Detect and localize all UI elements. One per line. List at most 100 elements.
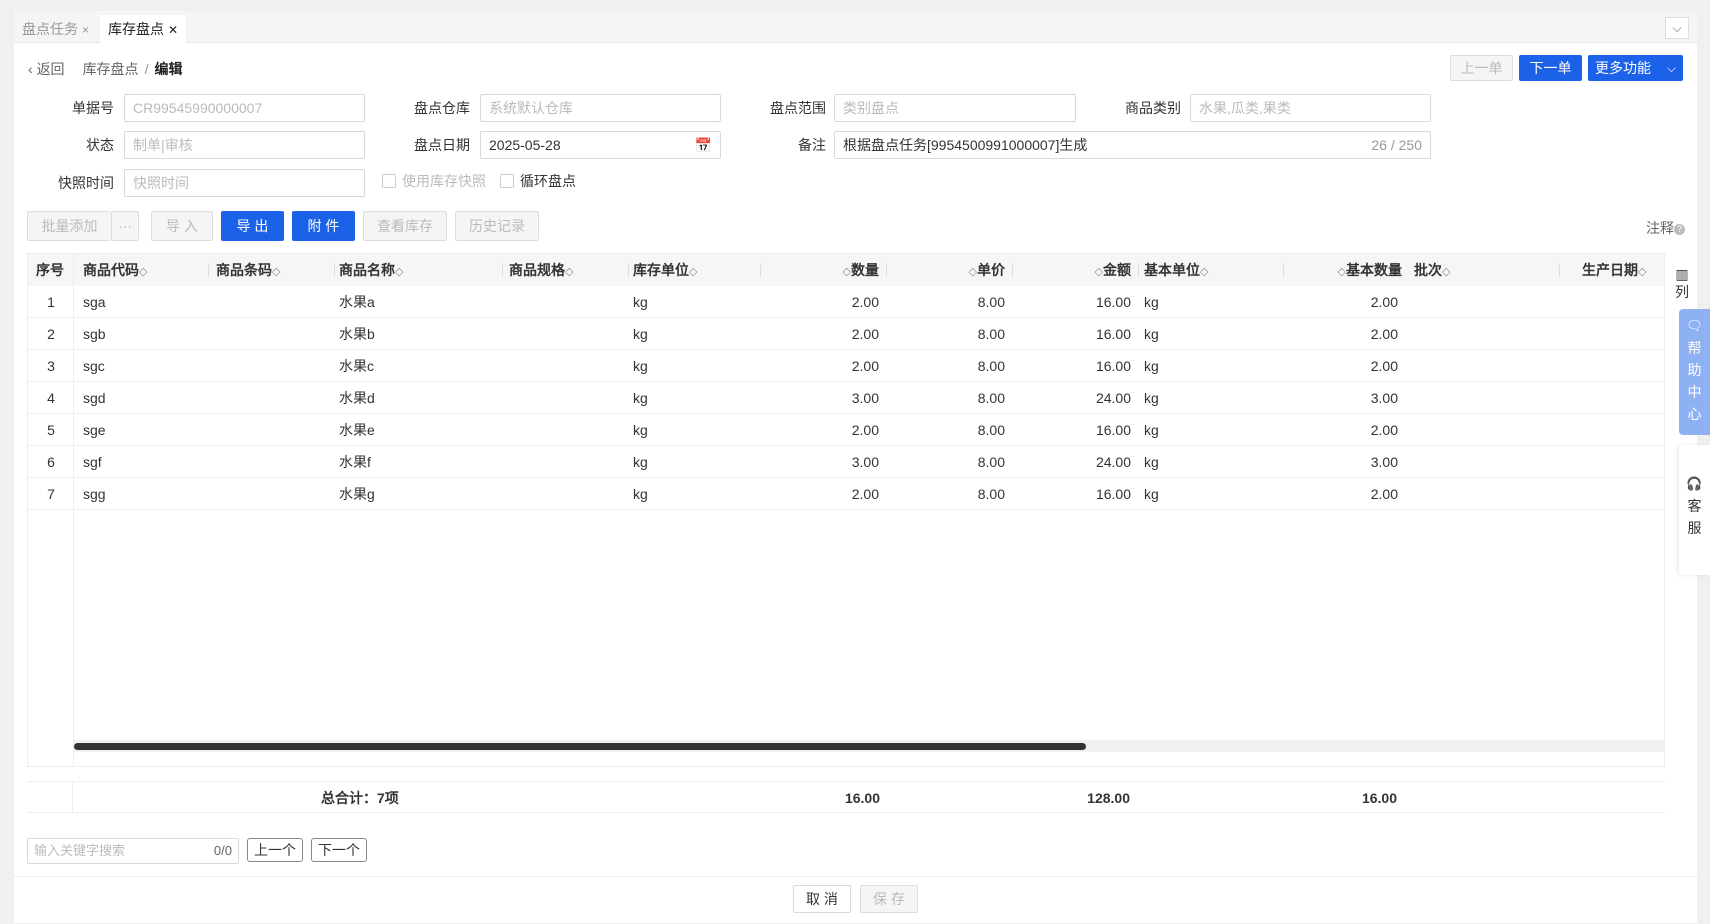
col-base-unit[interactable]: 基本单位◇ [1139, 254, 1284, 286]
totals-label: 总合计：7项 [321, 790, 399, 806]
col-qty[interactable]: ◇数量 [761, 254, 887, 286]
export-button[interactable]: 导 出 [221, 211, 284, 241]
checkbox[interactable] [500, 174, 514, 188]
col-name[interactable]: 商品名称◇ [335, 254, 503, 286]
sort-icon: ◇ [968, 266, 977, 278]
cell-qty: 2.00 [851, 486, 879, 502]
col-spec[interactable]: 商品规格◇ [503, 254, 629, 286]
cell-base-unit: kg [1144, 422, 1159, 438]
doc-no-input[interactable]: CR99545990000007 [124, 94, 365, 122]
notes-link[interactable]: 注释? [1646, 218, 1685, 238]
index-column-divider [28, 254, 74, 766]
date-input[interactable]: 2025-05-28 📅 [480, 131, 721, 159]
cell-amount: 16.00 [1095, 422, 1131, 438]
col-production-date[interactable]: 生产日期◇ [1560, 254, 1664, 286]
sort-icon: ◇ [1200, 266, 1209, 278]
keyword-search-input[interactable]: 输入关键字搜索 0/0 [27, 838, 239, 864]
tab-bar: 盘点任务 × 库存盘点 ✕ ⌵ [14, 11, 1697, 43]
history-button[interactable]: 历史记录 [455, 211, 539, 241]
checkbox[interactable] [382, 174, 396, 188]
chevron-down-icon[interactable]: ⌵ [1665, 17, 1689, 39]
main-panel: ‹ 返回 库存盘点 / 编辑 上一单 下一单 更多功能 ⌵ 单据号 CR9954599000… [14, 43, 1697, 923]
warehouse-input[interactable]: 系统默认仓库 [480, 94, 721, 122]
cell-code: sgd [83, 390, 106, 406]
cell-qty: 2.00 [851, 294, 879, 310]
view-stock-button[interactable]: 查看库存 [363, 211, 447, 241]
cell-base-unit: kg [1144, 390, 1159, 406]
close-icon[interactable]: × [82, 23, 89, 37]
search-prev-button[interactable]: 上一个 [247, 838, 303, 862]
sort-icon: ◇ [1094, 266, 1103, 278]
search-next-button[interactable]: 下一个 [311, 838, 367, 862]
batch-add-button[interactable]: 批量添加 [27, 211, 111, 241]
remark-input[interactable]: 根据盘点任务[9954500991000007]生成 26 / 250 [834, 131, 1431, 159]
col-barcode[interactable]: 商品条码◇ [209, 254, 335, 286]
category-label: 商品类别 [1125, 100, 1181, 116]
tab-count-task[interactable]: 盘点任务 × [14, 15, 97, 43]
table-row[interactable]: 2 sgb 水果b kg 2.00 8.00 16.00 kg 2.00 [28, 318, 1664, 350]
category-input[interactable]: 水果,瓜类,果类 [1190, 94, 1431, 122]
columns-icon: ▥ [1675, 266, 1689, 282]
table-row[interactable]: 5 sge 水果e kg 2.00 8.00 16.00 kg 2.00 [28, 414, 1664, 446]
tab-label: 盘点任务 [22, 21, 78, 37]
more-functions-button[interactable]: 更多功能 ⌵ [1588, 55, 1683, 81]
range-label: 盘点范围 [770, 100, 826, 116]
cell-amount: 16.00 [1095, 294, 1131, 310]
col-code[interactable]: 商品代码◇ [83, 254, 209, 286]
cell-code: sga [83, 294, 106, 310]
customer-service-button[interactable]: 🎧 客 服 [1679, 445, 1710, 575]
cell-base-unit: kg [1144, 486, 1159, 502]
cell-stock-unit: kg [633, 390, 648, 406]
cell-stock-unit: kg [633, 486, 648, 502]
scrollbar-thumb[interactable] [74, 743, 1086, 750]
cell-stock-unit: kg [633, 454, 648, 470]
sort-icon: ◇ [395, 266, 404, 278]
next-doc-button[interactable]: 下一单 [1519, 55, 1582, 81]
chat-icon: 🗨 [1686, 318, 1703, 333]
cell-qty: 3.00 [851, 390, 879, 406]
col-price[interactable]: ◇单价 [887, 254, 1013, 286]
table-row[interactable]: 3 sgc 水果c kg 2.00 8.00 16.00 kg 2.00 [28, 350, 1664, 382]
help-center-button[interactable]: 🗨 帮 助 中 心 [1679, 309, 1710, 435]
col-stock-unit[interactable]: 库存单位◇ [629, 254, 761, 286]
table-row[interactable]: 6 sgf 水果f kg 3.00 8.00 24.00 kg 3.00 [28, 446, 1664, 478]
close-icon[interactable]: ✕ [168, 23, 178, 37]
snapshot-time-input[interactable]: 快照时间 [124, 169, 365, 197]
col-base-qty[interactable]: ◇基本数量 [1284, 254, 1410, 286]
tab-stock-count[interactable]: 库存盘点 ✕ [100, 15, 187, 43]
cell-price: 8.00 [977, 454, 1005, 470]
table-row[interactable]: 7 sgg 水果g kg 2.00 8.00 16.00 kg 2.00 [28, 478, 1664, 510]
cell-code: sgg [83, 486, 106, 502]
use-snapshot-checkbox[interactable]: 使用库存快照 [382, 171, 486, 191]
cycle-count-checkbox[interactable]: 循环盘点 [500, 171, 576, 191]
sort-icon: ◇ [565, 266, 574, 278]
col-amount[interactable]: ◇金额 [1013, 254, 1139, 286]
calendar-icon[interactable]: 📅 [695, 132, 712, 158]
column-settings-button[interactable]: ▥ 列 [1669, 265, 1695, 301]
breadcrumb-section[interactable]: 库存盘点 [83, 61, 139, 77]
chevron-down-icon: ⌵ [1666, 61, 1676, 75]
cell-amount: 16.00 [1095, 358, 1131, 374]
table-row[interactable]: 4 sgd 水果d kg 3.00 8.00 24.00 kg 3.00 [28, 382, 1664, 414]
form-footer: 取 消 保 存 [14, 876, 1697, 922]
status-input[interactable]: 制单|审核 [124, 131, 365, 159]
cancel-button[interactable]: 取 消 [793, 885, 851, 913]
save-button[interactable]: 保 存 [860, 885, 918, 913]
attachment-button[interactable]: 附 件 [292, 211, 355, 241]
cell-base-qty: 2.00 [1370, 294, 1398, 310]
cell-amount: 24.00 [1095, 454, 1131, 470]
batch-add-more-button[interactable]: ··· [111, 211, 139, 241]
range-input[interactable]: 类别盘点 [834, 94, 1076, 122]
back-link[interactable]: ‹ 返回 [28, 61, 65, 77]
table-row[interactable]: 1 sga 水果a kg 2.00 8.00 16.00 kg 2.00 [28, 286, 1664, 318]
import-button[interactable]: 导 入 [151, 211, 213, 241]
prev-doc-button[interactable]: 上一单 [1450, 55, 1513, 81]
cell-qty: 2.00 [851, 422, 879, 438]
sort-icon: ◇ [1442, 266, 1451, 278]
grid-header: 序号 商品代码◇ 商品条码◇ 商品名称◇ 商品规格◇ 库存单位◇ ◇数量 ◇单价… [28, 254, 1664, 286]
sort-icon: ◇ [139, 266, 148, 278]
sort-icon: ◇ [272, 266, 281, 278]
col-batch[interactable]: 批次◇ [1410, 254, 1560, 286]
totals-qty: 16.00 [844, 790, 880, 806]
warehouse-label: 盘点仓库 [414, 100, 470, 116]
